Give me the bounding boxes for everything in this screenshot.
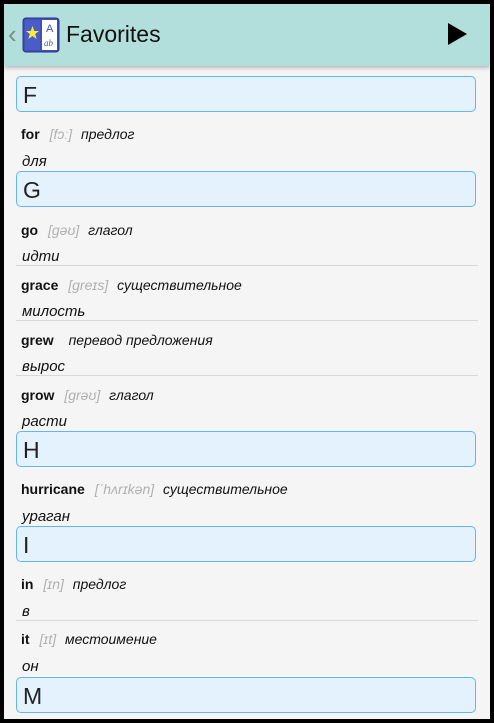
divider [16,265,478,266]
part-of-speech: предлог [81,126,135,142]
list-item[interactable]: in [ɪn] предлог [21,576,126,592]
svg-text:A: A [46,23,54,35]
word: in [21,576,34,592]
divider [16,320,478,321]
list-item[interactable]: it [ɪt] местоимение [21,631,157,647]
part-of-speech: глагол [109,387,154,403]
page-title: Favorites [66,21,161,47]
translation: милость [22,303,86,320]
translation: для [22,153,47,170]
chevron-left-icon[interactable]: ‹ [8,20,22,48]
list-item[interactable]: for [fɔː] предлог [21,126,134,142]
translation: вырос [22,358,66,375]
part-of-speech: местоимение [65,631,157,647]
translation: он [22,658,39,675]
list-item[interactable]: grace [greɪs] существительное [21,277,242,293]
part-of-speech: перевод предложения [68,332,213,348]
word: hurricane [21,481,85,497]
word: for [21,126,40,142]
app-bar: ‹ A ab Favorites [4,4,490,66]
word: grace [21,277,59,293]
transcription: [ˈhʌrɪkən] [94,481,155,497]
word: it [21,631,30,647]
word: grew [21,332,54,348]
list-item[interactable]: go [gəʊ] глагол [21,222,133,238]
part-of-speech: предлог [72,576,127,592]
screen: ‹ A ab Favorites F for [fɔː] предлог для… [4,4,490,719]
divider [16,620,478,621]
part-of-speech: существительное [163,481,288,497]
transcription: [greɪs] [68,277,109,293]
transcription: [ɪn] [43,576,64,592]
word: go [21,222,39,238]
favorites-list[interactable]: F for [fɔː] предлог для G go [gəʊ] глаго… [4,66,490,719]
section-header-h: H [16,431,476,467]
list-item[interactable]: hurricane [ˈhʌrɪkən] существительное [21,481,288,497]
word: grow [21,387,55,403]
svg-text:ab: ab [44,38,54,48]
list-item[interactable]: grew перевод предложения [21,332,213,348]
transcription: [ɪt] [39,631,57,647]
translation: идти [22,248,60,265]
divider [16,375,478,376]
translation: расти [22,413,68,430]
transcription: [fɔː] [49,126,73,142]
section-header-m: M [16,677,476,713]
section-header-i: I [16,526,476,562]
translation: ураган [22,508,71,525]
list-item[interactable]: grow [grəʊ] глагол [21,387,154,403]
section-header-g: G [16,171,476,207]
section-header-f: F [16,76,476,112]
transcription: [grəʊ] [64,387,101,403]
part-of-speech: глагол [88,222,133,238]
part-of-speech: существительное [117,277,242,293]
transcription: [gəʊ] [48,222,80,238]
app-logo-icon: A ab [22,17,60,53]
translation: в [22,603,30,620]
play-button[interactable] [446,22,468,46]
